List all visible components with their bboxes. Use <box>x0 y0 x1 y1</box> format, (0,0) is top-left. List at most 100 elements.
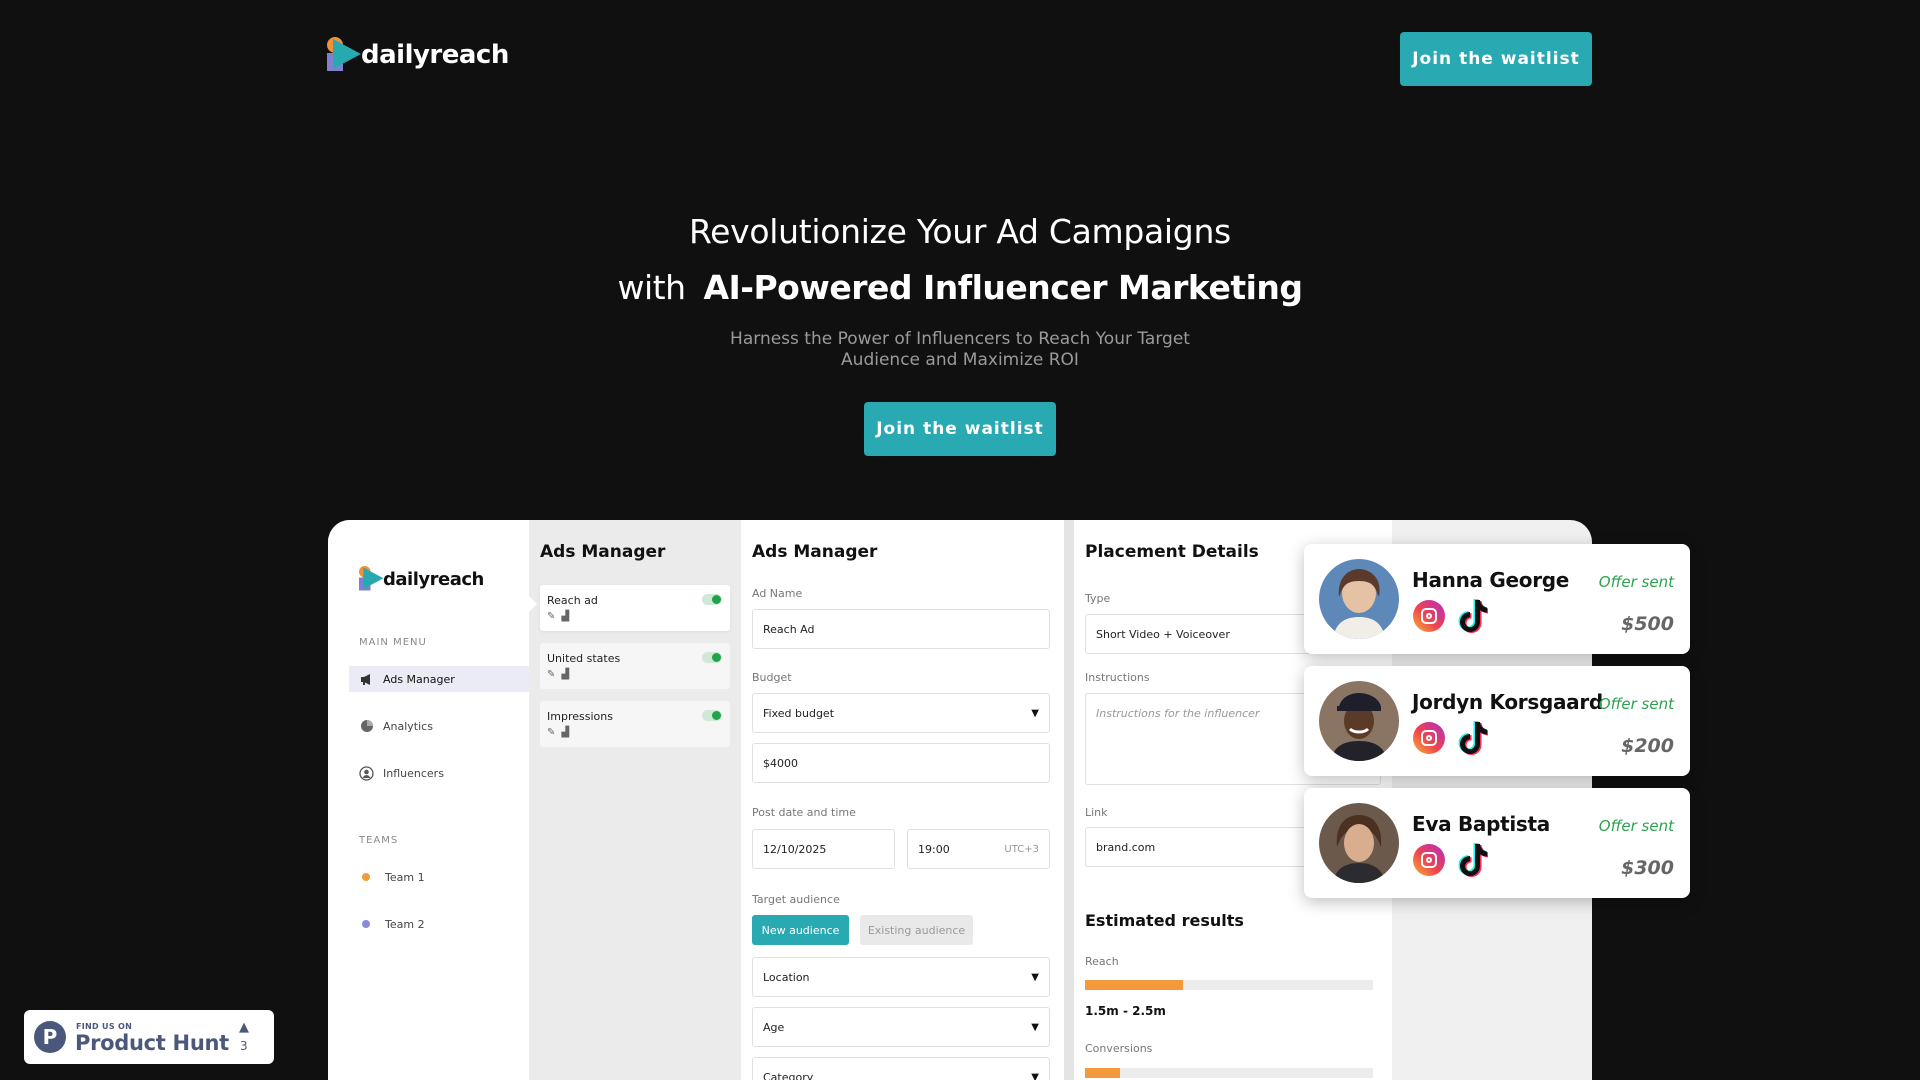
sidebar-item-analytics[interactable]: Analytics <box>349 713 529 739</box>
tiktok-icon[interactable] <box>1458 720 1488 756</box>
placement-title: Placement Details <box>1085 542 1259 562</box>
main-menu-heading: MAIN MENU <box>359 637 427 648</box>
caret-down-icon: ▼ <box>1031 707 1039 719</box>
ad-toggle[interactable] <box>702 710 722 721</box>
reach-value: 1.5m - 2.5m <box>1085 1004 1166 1018</box>
caret-down-icon: ▼ <box>1031 1021 1039 1033</box>
influencer-card[interactable]: Eva Baptista Offer sent $300 <box>1304 788 1690 898</box>
ad-tools: ✎▟ <box>547 611 575 622</box>
join-waitlist-hero-button[interactable]: Join the waitlist <box>864 402 1056 456</box>
category-select[interactable]: Category ▼ <box>752 1057 1050 1080</box>
pencil-icon[interactable]: ✎ <box>547 727 561 738</box>
join-waitlist-nav-button[interactable]: Join the waitlist <box>1400 32 1592 86</box>
category-value: Category <box>763 1070 814 1080</box>
instagram-icon[interactable] <box>1413 600 1445 632</box>
instructions-label: Instructions <box>1085 671 1150 684</box>
sidebar-item-ads-manager[interactable]: Ads Manager <box>349 666 529 692</box>
target-audience-label: Target audience <box>752 893 840 906</box>
reach-label: Reach <box>1085 955 1119 968</box>
sidebar-item-label: Influencers <box>383 766 444 780</box>
conversions-bar-fill <box>1085 1068 1120 1078</box>
instagram-icon[interactable] <box>1413 844 1445 876</box>
pie-chart-icon <box>359 719 374 734</box>
post-date-input[interactable]: 12/10/2025 <box>752 829 895 869</box>
offer-price: $200 <box>1621 735 1674 757</box>
team-label: Team 2 <box>385 917 425 931</box>
ad-card-reach[interactable]: Reach ad ✎▟ <box>540 585 730 631</box>
sidebar-team-1[interactable]: Team 1 <box>349 864 529 890</box>
product-hunt-tagline: FIND US ON <box>76 1022 133 1031</box>
post-date-value: 12/10/2025 <box>763 842 827 856</box>
budget-type-value: Fixed budget <box>763 706 835 720</box>
instagram-icon[interactable] <box>1413 722 1445 754</box>
post-time-input[interactable]: 19:00 UTC+3 <box>907 829 1050 869</box>
tiktok-icon[interactable] <box>1458 842 1488 878</box>
team-label: Team 1 <box>385 870 425 884</box>
dashboard-logo[interactable]: dailyreach <box>359 566 484 592</box>
influencer-name: Eva Baptista <box>1412 812 1550 836</box>
existing-audience-button[interactable]: Existing audience <box>860 915 973 945</box>
bar-chart-icon[interactable]: ▟ <box>561 727 575 738</box>
caret-down-icon: ▼ <box>1031 971 1039 983</box>
offer-status: Offer sent <box>1598 817 1674 835</box>
caret-down-icon: ▼ <box>1031 1071 1039 1080</box>
ad-name-value: Reach Ad <box>763 622 815 636</box>
ad-toggle[interactable] <box>702 594 722 605</box>
ad-toggle[interactable] <box>702 652 722 663</box>
type-label: Type <box>1085 592 1111 605</box>
ads-list-column: Ads Manager Reach ad ✎▟ United states ✎▟… <box>529 520 741 1080</box>
reach-bar <box>1085 980 1373 990</box>
sidebar-team-2[interactable]: Team 2 <box>349 911 529 937</box>
logo-mark-icon <box>327 37 361 73</box>
link-label: Link <box>1085 806 1108 819</box>
ad-tools: ✎▟ <box>547 669 575 680</box>
team-color-dot <box>362 873 370 881</box>
upvote-arrow-icon: ▲ <box>239 1020 249 1035</box>
location-value: Location <box>763 970 810 984</box>
pencil-icon[interactable]: ✎ <box>547 669 561 680</box>
influencer-name: Hanna George <box>1412 568 1570 592</box>
offer-status: Offer sent <box>1598 573 1674 591</box>
ad-name: Reach ad <box>547 594 598 607</box>
budget-amount-value: $4000 <box>763 756 798 770</box>
dashboard-brand-name: dailyreach <box>383 568 484 590</box>
ads-list-title: Ads Manager <box>540 542 666 562</box>
influencer-card[interactable]: Hanna George Offer sent $500 <box>1304 544 1690 654</box>
avatar <box>1319 559 1399 639</box>
conversions-label: Conversions <box>1085 1042 1153 1055</box>
offer-status: Offer sent <box>1598 695 1674 713</box>
ad-name: United states <box>547 652 621 665</box>
bar-chart-icon[interactable]: ▟ <box>561 611 575 622</box>
avatar <box>1319 803 1399 883</box>
ad-name-input[interactable]: Reach Ad <box>752 609 1050 649</box>
teams-heading: TEAMS <box>359 835 399 846</box>
product-hunt-name: Product Hunt <box>75 1031 229 1055</box>
instructions-placeholder: Instructions for the influencer <box>1096 707 1260 720</box>
location-select[interactable]: Location ▼ <box>752 957 1050 997</box>
product-hunt-icon: P <box>34 1021 66 1053</box>
budget-amount-input[interactable]: $4000 <box>752 743 1050 783</box>
influencer-card[interactable]: Jordyn Korsgaard Offer sent $200 <box>1304 666 1690 776</box>
brand-name: dailyreach <box>361 40 509 70</box>
avatar <box>1319 681 1399 761</box>
ad-card-impressions[interactable]: Impressions ✎▟ <box>540 701 730 747</box>
influencer-name: Jordyn Korsgaard <box>1412 690 1603 714</box>
ad-name: Impressions <box>547 710 613 723</box>
estimated-results-title: Estimated results <box>1085 911 1244 930</box>
bar-chart-icon[interactable]: ▟ <box>561 669 575 680</box>
timezone-label: UTC+3 <box>1004 843 1039 855</box>
age-value: Age <box>763 1020 785 1034</box>
new-audience-button[interactable]: New audience <box>752 915 849 945</box>
selection-pointer <box>529 596 537 612</box>
sidebar-item-influencers[interactable]: Influencers <box>349 760 529 786</box>
megaphone-icon <box>359 672 374 687</box>
pencil-icon[interactable]: ✎ <box>547 611 561 622</box>
brand-logo[interactable]: dailyreach <box>327 37 509 73</box>
age-select[interactable]: Age ▼ <box>752 1007 1050 1047</box>
tiktok-icon[interactable] <box>1458 598 1488 634</box>
product-hunt-badge[interactable]: P FIND US ON Product Hunt ▲ 3 <box>24 1010 274 1064</box>
budget-type-select[interactable]: Fixed budget ▼ <box>752 693 1050 733</box>
ad-card-united-states[interactable]: United states ✎▟ <box>540 643 730 689</box>
offer-price: $500 <box>1621 613 1674 635</box>
upvote-count: 3 <box>240 1039 248 1053</box>
